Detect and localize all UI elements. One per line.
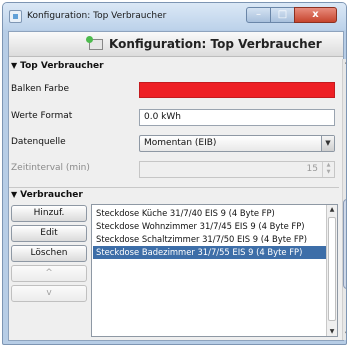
data-source-label: Datenquelle [11,137,66,147]
time-interval-label: Zeitinterval (min) [11,163,90,173]
collapse-triangle-icon: ▼ [11,61,18,70]
window-title: Konfiguration: Top Verbraucher [27,11,167,21]
title-bar[interactable]: Konfiguration: Top Verbraucher – □ x [3,3,346,30]
chevron-down-icon[interactable]: ▼ [321,136,334,151]
scroll-thumb[interactable] [343,199,346,289]
section-top-verbraucher[interactable]: ▼ Top Verbraucher [11,61,104,71]
list-item-selected[interactable]: Steckdose Badezimmer 31/7/55 EIS 9 (4 By… [93,246,326,259]
minimize-button[interactable]: – [246,7,271,23]
close-button[interactable]: x [294,7,337,23]
bar-color-label: Balken Farbe [11,84,69,94]
add-widget-icon [86,36,103,50]
section-verbraucher[interactable]: ▼ Verbraucher [11,190,83,200]
scroll-up-icon[interactable]: ▲ [327,206,337,213]
dialog-header: Konfiguration: Top Verbraucher [9,32,343,57]
section-label: Verbraucher [20,190,83,200]
app-icon [9,10,22,23]
consumer-list[interactable]: Steckdose Küche 31/7/40 EIS 9 (4 Byte FP… [91,204,338,337]
list-item[interactable]: Steckdose Wohnzimmer 31/7/45 EIS 9 (4 By… [93,220,326,233]
value-format-input[interactable]: 0.0 kWh [139,109,335,126]
section-label: Top Verbraucher [20,61,104,71]
time-interval-value: 15 [306,164,318,174]
data-source-value: Momentan (EIB) [144,138,217,148]
move-up-button[interactable]: ^ [11,265,87,282]
close-icon: x [312,9,319,20]
move-down-button[interactable]: v [11,285,87,302]
scroll-down-icon[interactable]: ▼ [343,331,346,340]
delete-button[interactable]: Löschen [11,245,87,262]
bar-color-swatch[interactable] [139,82,335,98]
minimize-icon: – [256,9,261,20]
list-item[interactable]: Steckdose Schaltzimmer 31/7/50 EIS 9 (4 … [93,233,326,246]
section-divider [9,187,339,188]
value-format-label: Werte Format [11,111,73,121]
maximize-button[interactable]: □ [270,7,295,23]
panel-scrollbar[interactable]: ▲ ▼ [342,59,346,340]
scroll-up-icon[interactable]: ▲ [343,59,346,68]
dialog-content: Konfiguration: Top Verbraucher ▼ Top Verb… [8,31,346,341]
maximize-icon: □ [277,9,288,20]
scroll-thumb[interactable] [328,217,336,321]
data-source-select[interactable]: Momentan (EIB) ▼ [139,135,335,152]
spinner-arrows-icon: ▲ ▼ [322,162,334,177]
dialog-title: Konfiguration: Top Verbraucher [109,37,322,51]
add-button[interactable]: Hinzuf. [11,205,87,222]
list-item[interactable]: Steckdose Küche 31/7/40 EIS 9 (4 Byte FP… [93,207,326,220]
scroll-down-icon[interactable]: ▼ [327,328,337,335]
time-interval-spinner: 15 ▲ ▼ [139,161,335,178]
list-scrollbar[interactable]: ▲ ▼ [326,205,337,336]
collapse-triangle-icon: ▼ [11,190,18,199]
edit-button[interactable]: Edit [11,225,87,242]
config-window: Konfiguration: Top Verbraucher – □ x Kon… [2,2,347,345]
